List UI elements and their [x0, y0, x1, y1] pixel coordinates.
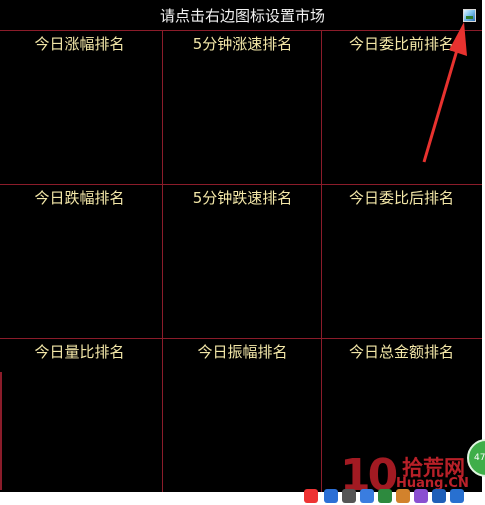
market-settings-icon[interactable] [463, 9, 476, 22]
gear-icon[interactable] [432, 489, 446, 503]
pointer-arrow [422, 22, 467, 163]
keyboard-icon[interactable] [378, 489, 392, 503]
language-icon[interactable] [324, 489, 338, 503]
panel-title-commission-ratio-bottom[interactable]: 今日委比后排名 [322, 188, 481, 208]
mic-icon[interactable] [360, 489, 374, 503]
panel-title-fall-rank[interactable]: 今日跌幅排名 [0, 188, 159, 208]
grid-divider-v2 [321, 31, 322, 492]
arrow-shaft [422, 49, 459, 163]
panel-title-volume-ratio[interactable]: 今日量比排名 [0, 342, 159, 362]
panel-title-5min-fall-speed[interactable]: 5分钟跌速排名 [163, 188, 322, 208]
skin-icon[interactable] [396, 489, 410, 503]
progress-badge[interactable]: 47 [467, 439, 485, 477]
badge-value: 47 [474, 453, 485, 463]
grid-divider-h1 [0, 184, 482, 185]
panel-title-commission-ratio-top[interactable]: 今日委比前排名 [322, 34, 481, 54]
panel-title-rise-rank[interactable]: 今日涨幅排名 [0, 34, 159, 54]
tools-icon[interactable] [414, 489, 428, 503]
grid-left-edge [0, 372, 2, 490]
sogou-input-icon[interactable] [304, 489, 318, 503]
shirt-icon[interactable] [450, 489, 464, 503]
punctuation-icon[interactable] [342, 489, 356, 503]
panel-title-total-amount[interactable]: 今日总金额排名 [322, 342, 481, 362]
grid-divider-h2 [0, 338, 482, 339]
header-title: 请点击右边图标设置市场 [159, 7, 325, 25]
system-tray [298, 486, 485, 505]
panel-title-amplitude[interactable]: 今日振幅排名 [163, 342, 322, 362]
panel-title-5min-rise-speed[interactable]: 5分钟涨速排名 [163, 34, 322, 54]
page-header: 请点击右边图标设置市场 [0, 0, 485, 31]
grid-divider-v1 [162, 31, 163, 492]
